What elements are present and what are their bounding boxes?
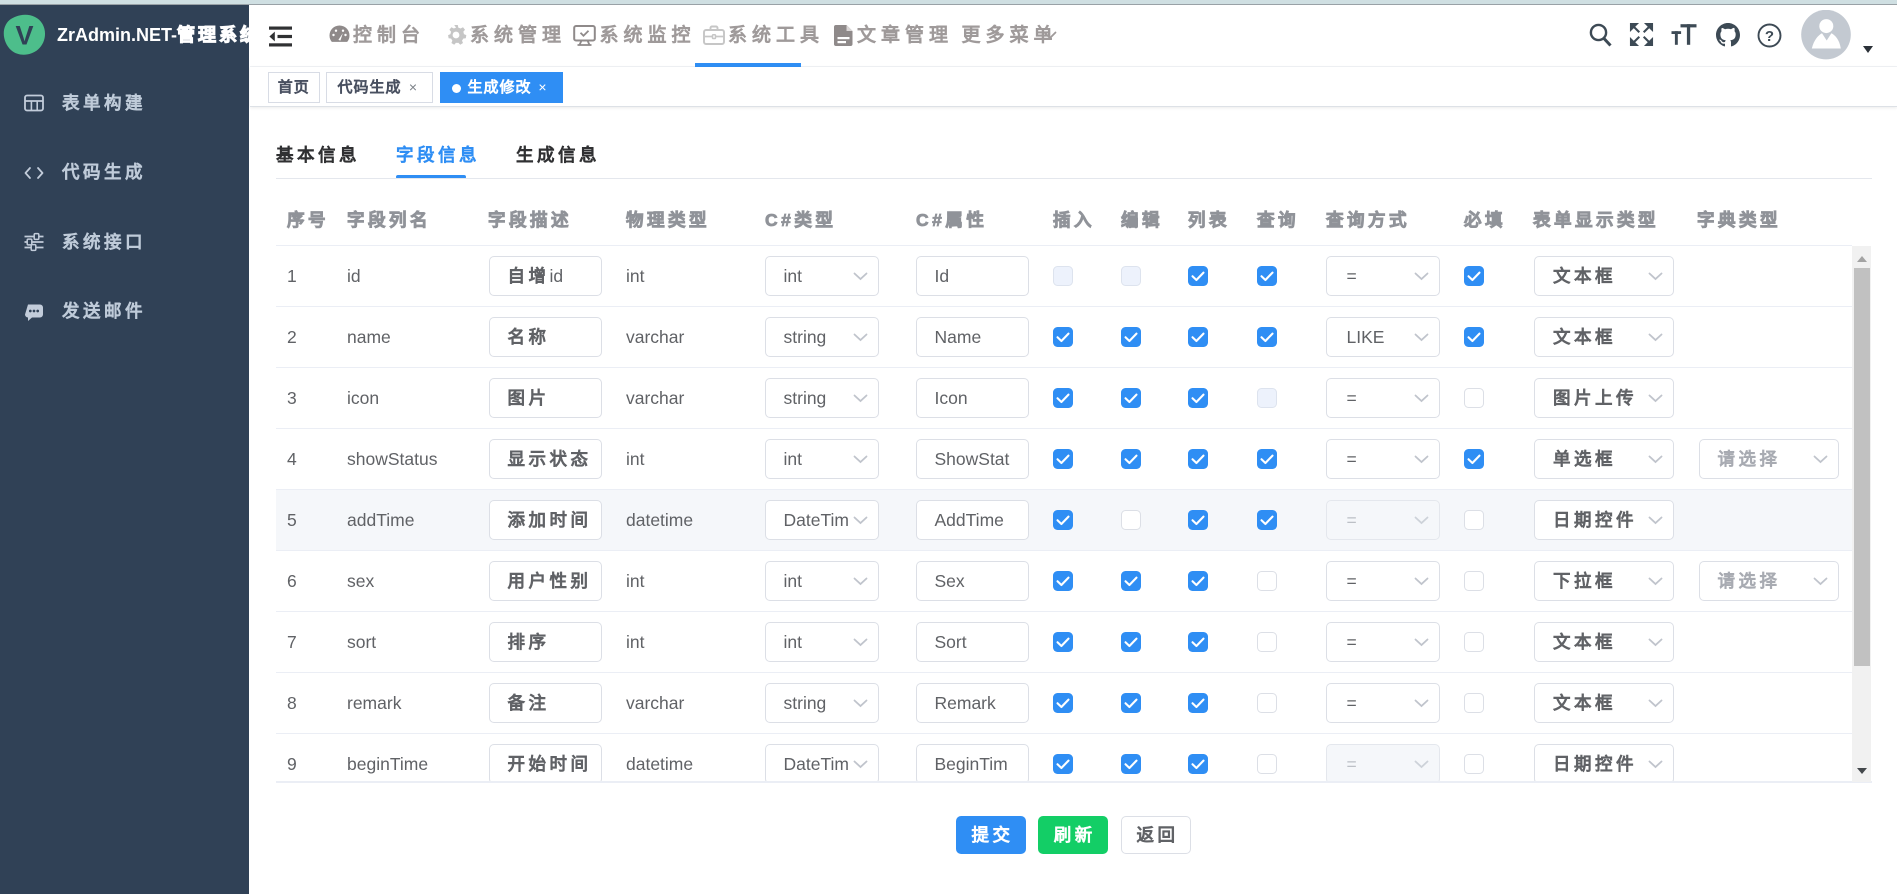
svg-text:?: ?	[1765, 28, 1774, 45]
svg-text:V: V	[15, 21, 33, 51]
